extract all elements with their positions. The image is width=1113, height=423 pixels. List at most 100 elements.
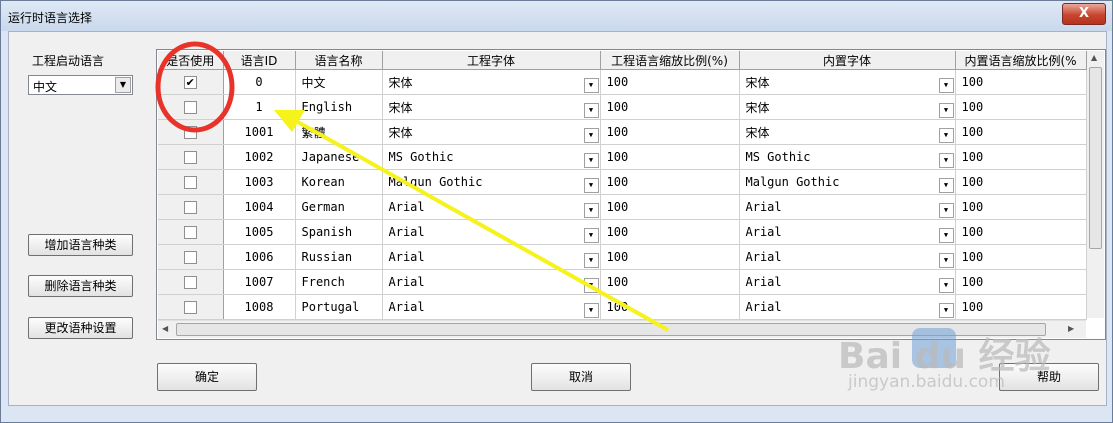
scroll-up-icon[interactable]: ▲	[1091, 53, 1097, 62]
table-row[interactable]: 1001 繁體 宋体 ▼ 100 宋体 ▼ 100	[158, 119, 1087, 145]
project-scale-cell[interactable]: 100	[600, 169, 740, 195]
chevron-down-icon[interactable]: ▼	[938, 103, 954, 118]
enabled-checkbox[interactable]	[183, 201, 197, 214]
project-scale-cell[interactable]: 100	[600, 94, 740, 120]
project-scale-cell[interactable]: 100	[600, 294, 740, 320]
builtin-scale-cell[interactable]: 100	[955, 69, 1087, 95]
builtin-font-cell[interactable]: Arial ▼	[739, 269, 956, 295]
startup-language-select[interactable]: 中文 ▼	[28, 75, 133, 95]
builtin-scale-cell[interactable]: 100	[955, 169, 1087, 195]
chevron-down-icon[interactable]: ▼	[583, 303, 599, 318]
scroll-left-icon[interactable]: ◀	[162, 324, 168, 333]
table-row[interactable]: 1007 French Arial ▼ 100 Arial ▼ 100	[158, 269, 1087, 295]
vertical-scrollbar[interactable]: ▲	[1087, 51, 1104, 318]
chevron-down-icon[interactable]: ▼	[583, 203, 599, 218]
enabled-checkbox[interactable]: ✔	[183, 76, 197, 89]
builtin-font-cell[interactable]: Arial ▼	[739, 194, 956, 220]
vertical-scroll-thumb[interactable]	[1089, 67, 1102, 249]
scroll-right-icon[interactable]: ▶	[1068, 324, 1074, 333]
builtin-font-cell[interactable]: 宋体 ▼	[739, 119, 956, 145]
chevron-down-icon[interactable]: ▼	[583, 103, 599, 118]
builtin-font-cell[interactable]: Malgun Gothic ▼	[739, 169, 956, 195]
project-scale-cell[interactable]: 100	[600, 144, 740, 170]
table-row[interactable]: 1004 German Arial ▼ 100 Arial ▼ 100	[158, 194, 1087, 220]
chevron-down-icon[interactable]: ▼	[938, 128, 954, 143]
builtin-font-cell[interactable]: 宋体 ▼	[739, 94, 956, 120]
help-button[interactable]: 帮助	[999, 363, 1099, 391]
builtin-scale-cell[interactable]: 100	[955, 244, 1087, 270]
project-font-cell[interactable]: Malgun Gothic ▼	[382, 169, 601, 195]
table-row[interactable]: 1005 Spanish Arial ▼ 100 Arial ▼ 100	[158, 219, 1087, 245]
chevron-down-icon[interactable]: ▼	[938, 228, 954, 243]
enabled-cell[interactable]	[158, 169, 224, 195]
enabled-cell[interactable]	[158, 269, 224, 295]
chevron-down-icon[interactable]: ▼	[583, 228, 599, 243]
enabled-checkbox[interactable]	[183, 151, 197, 164]
col-header-scale[interactable]: 工程语言缩放比例(%)	[600, 51, 740, 70]
table-row[interactable]: 1006 Russian Arial ▼ 100 Arial ▼ 100	[158, 244, 1087, 270]
enabled-cell[interactable]	[158, 119, 224, 145]
project-font-cell[interactable]: Arial ▼	[382, 244, 601, 270]
builtin-scale-cell[interactable]: 100	[955, 94, 1087, 120]
enabled-checkbox[interactable]	[183, 251, 197, 264]
chevron-down-icon[interactable]: ▼	[938, 78, 954, 93]
enabled-checkbox[interactable]	[183, 301, 197, 314]
col-header-name[interactable]: 语言名称	[295, 51, 383, 70]
chevron-down-icon[interactable]: ▼	[938, 203, 954, 218]
chevron-down-icon[interactable]: ▼	[938, 178, 954, 193]
project-scale-cell[interactable]: 100	[600, 244, 740, 270]
enabled-cell[interactable]	[158, 244, 224, 270]
table-row[interactable]: ✔ 0 中文 宋体 ▼ 100 宋体 ▼ 100	[158, 69, 1087, 95]
chevron-down-icon[interactable]: ▼	[115, 77, 131, 93]
project-scale-cell[interactable]: 100	[600, 119, 740, 145]
builtin-scale-cell[interactable]: 100	[955, 219, 1087, 245]
chevron-down-icon[interactable]: ▼	[938, 278, 954, 293]
col-header-builtin-scale[interactable]: 内置语言缩放比例(%	[955, 51, 1087, 70]
project-font-cell[interactable]: Arial ▼	[382, 269, 601, 295]
builtin-scale-cell[interactable]: 100	[955, 119, 1087, 145]
enabled-cell[interactable]: ✔	[158, 69, 224, 95]
builtin-scale-cell[interactable]: 100	[955, 144, 1087, 170]
builtin-scale-cell[interactable]: 100	[955, 269, 1087, 295]
enabled-cell[interactable]	[158, 94, 224, 120]
table-row[interactable]: 1 English 宋体 ▼ 100 宋体 ▼ 100	[158, 94, 1087, 120]
horizontal-scroll-thumb[interactable]	[176, 323, 1046, 336]
chevron-down-icon[interactable]: ▼	[583, 153, 599, 168]
col-header-enabled[interactable]: 是否使用	[158, 51, 224, 70]
builtin-scale-cell[interactable]: 100	[955, 294, 1087, 320]
enabled-checkbox[interactable]	[183, 176, 197, 189]
chevron-down-icon[interactable]: ▼	[938, 253, 954, 268]
chevron-down-icon[interactable]: ▼	[938, 153, 954, 168]
project-scale-cell[interactable]: 100	[600, 69, 740, 95]
table-row[interactable]: 1008 Portugal Arial ▼ 100 Arial ▼ 100	[158, 294, 1087, 320]
chevron-down-icon[interactable]: ▼	[583, 178, 599, 193]
project-font-cell[interactable]: 宋体 ▼	[382, 94, 601, 120]
enabled-checkbox[interactable]	[183, 276, 197, 289]
title-bar[interactable]: 运行时语言选择 X	[1, 1, 1112, 31]
builtin-font-cell[interactable]: 宋体 ▼	[739, 69, 956, 95]
chevron-down-icon[interactable]: ▼	[583, 278, 599, 293]
project-scale-cell[interactable]: 100	[600, 269, 740, 295]
chevron-down-icon[interactable]: ▼	[583, 78, 599, 93]
add-language-button[interactable]: 增加语言种类	[28, 234, 133, 256]
table-row[interactable]: 1003 Korean Malgun Gothic ▼ 100 Malgun Gothic…	[158, 169, 1087, 195]
delete-language-button[interactable]: 删除语言种类	[28, 275, 133, 297]
close-button[interactable]: X	[1062, 3, 1106, 25]
builtin-font-cell[interactable]: MS Gothic ▼	[739, 144, 956, 170]
ok-button[interactable]: 确定	[157, 363, 257, 391]
enabled-cell[interactable]	[158, 144, 224, 170]
project-scale-cell[interactable]: 100	[600, 219, 740, 245]
change-language-settings-button[interactable]: 更改语种设置	[28, 317, 133, 339]
chevron-down-icon[interactable]: ▼	[583, 128, 599, 143]
builtin-font-cell[interactable]: Arial ▼	[739, 294, 956, 320]
col-header-builtin-font[interactable]: 内置字体	[739, 51, 956, 70]
builtin-scale-cell[interactable]: 100	[955, 194, 1087, 220]
chevron-down-icon[interactable]: ▼	[583, 253, 599, 268]
table-row[interactable]: 1002 Japanese MS Gothic ▼ 100 MS Gothic ▼ 100	[158, 144, 1087, 170]
project-font-cell[interactable]: MS Gothic ▼	[382, 144, 601, 170]
project-font-cell[interactable]: Arial ▼	[382, 294, 601, 320]
enabled-checkbox[interactable]	[183, 226, 197, 239]
project-scale-cell[interactable]: 100	[600, 194, 740, 220]
col-header-id[interactable]: 语言ID	[223, 51, 296, 70]
cancel-button[interactable]: 取消	[531, 363, 631, 391]
